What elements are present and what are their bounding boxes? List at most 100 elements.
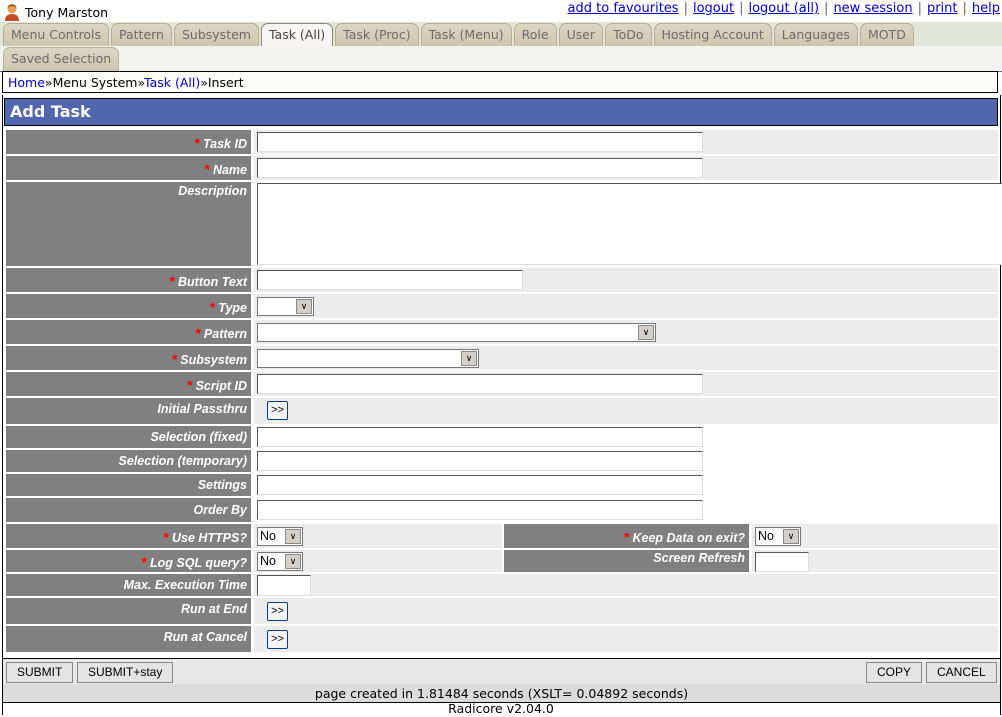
logout-link[interactable]: logout xyxy=(693,1,734,16)
screen-refresh-input[interactable] xyxy=(755,552,809,572)
pattern-select[interactable]: ∨ xyxy=(257,323,656,342)
order-by-label: Order By xyxy=(6,498,251,522)
script-id-input[interactable] xyxy=(257,374,703,394)
chevron-down-icon: ∨ xyxy=(296,299,312,314)
tab-motd[interactable]: MOTD xyxy=(859,23,914,46)
new-session-link[interactable]: new session xyxy=(833,1,912,16)
logout-all-link[interactable]: logout (all) xyxy=(748,1,819,16)
submit-button[interactable]: SUBMIT xyxy=(6,662,74,683)
breadcrumb-menu-system: Menu System xyxy=(52,75,138,90)
order-by-input[interactable] xyxy=(257,500,703,520)
tab-task-proc[interactable]: Task (Proc) xyxy=(335,23,419,46)
user-avatar-icon xyxy=(5,4,19,21)
tab-task-menu[interactable]: Task (Menu) xyxy=(420,23,512,46)
name-label: * Name xyxy=(6,156,251,180)
max-execution-time-label: Max. Execution Time xyxy=(6,574,251,596)
cancel-button[interactable]: CANCEL xyxy=(926,662,997,683)
required-marker: * xyxy=(187,377,193,393)
required-marker: * xyxy=(171,351,178,367)
selection-fixed-label: Selection (fixed) xyxy=(6,426,251,448)
required-marker: * xyxy=(204,161,210,177)
tab-hosting-account[interactable]: Hosting Account xyxy=(653,23,772,46)
button-text-input[interactable] xyxy=(257,270,523,290)
main-panel: Add Task * Task ID * Name Description * But… xyxy=(2,95,1002,715)
breadcrumb-task-all[interactable]: Task (All) xyxy=(144,75,200,90)
help-link[interactable]: help xyxy=(972,1,1000,16)
print-link[interactable]: print xyxy=(927,1,958,16)
required-marker: * xyxy=(624,529,630,545)
breadcrumb-current: Insert xyxy=(207,75,244,90)
required-marker: * xyxy=(163,529,169,545)
chevron-down-icon: ∨ xyxy=(285,554,301,569)
chevron-down-icon: ∨ xyxy=(783,529,799,544)
required-marker: * xyxy=(195,325,201,341)
required-marker: * xyxy=(209,299,216,315)
task-id-input[interactable] xyxy=(257,132,703,152)
type-select[interactable]: ∨ xyxy=(257,297,314,316)
run-at-cancel-label: Run at Cancel xyxy=(6,626,251,652)
run-at-end-button[interactable]: >> xyxy=(267,602,288,621)
tab-role[interactable]: Role xyxy=(513,23,557,46)
page-title: Add Task xyxy=(4,98,998,126)
row-max-execution-time: Max. Execution Time xyxy=(6,574,998,596)
row-use-https: * Use HTTPS? No ∨ * Keep Data on exit? No ∨ xyxy=(6,524,998,548)
tab-subsystem[interactable]: Subsystem xyxy=(173,23,259,46)
tab-languages[interactable]: Languages xyxy=(773,23,858,46)
submit-stay-button[interactable]: SUBMIT+stay xyxy=(77,662,174,683)
top-bar: Tony Marston add to favourites | logout | lo… xyxy=(0,0,1002,22)
subsystem-label: * Subsystem xyxy=(6,346,251,370)
user-info: Tony Marston xyxy=(4,3,108,21)
selection-temporary-label: Selection (temporary) xyxy=(6,450,251,472)
breadcrumb-separator: » xyxy=(44,75,53,90)
copy-button[interactable]: COPY xyxy=(866,662,923,683)
row-type: * Type ∨ xyxy=(6,294,998,318)
row-run-at-end: Run at End >> xyxy=(6,598,998,624)
top-links: add to favourites | logout | logout (all) | ne… xyxy=(567,1,1000,16)
tab-menu-controls[interactable]: Menu Controls xyxy=(3,23,109,46)
tab-user[interactable]: User xyxy=(558,23,604,46)
button-text-label: * Button Text xyxy=(6,268,251,292)
keep-data-select[interactable]: No ∨ xyxy=(755,527,801,546)
description-textarea[interactable] xyxy=(257,183,1002,265)
initial-passthru-label: Initial Passthru xyxy=(6,398,251,424)
max-execution-time-input[interactable] xyxy=(257,575,311,596)
row-settings: Settings xyxy=(6,474,998,496)
run-at-cancel-button[interactable]: >> xyxy=(267,630,288,649)
menu-tab-strip: Menu Controls Pattern Subsystem Task (Al… xyxy=(0,22,1002,47)
run-at-end-label: Run at End xyxy=(6,598,251,624)
row-name: * Name xyxy=(6,156,998,180)
chevron-down-icon: ∨ xyxy=(285,529,301,544)
type-label: * Type xyxy=(6,294,251,318)
use-https-select[interactable]: No ∨ xyxy=(257,527,303,546)
tab-todo[interactable]: ToDo xyxy=(605,23,652,46)
required-marker: * xyxy=(194,135,200,151)
log-sql-label: * Log SQL query? xyxy=(6,550,251,572)
add-to-favourites-link[interactable]: add to favourites xyxy=(568,1,679,16)
initial-passthru-button[interactable]: >> xyxy=(267,401,288,420)
row-script-id: * Script ID xyxy=(6,372,998,396)
subsystem-select[interactable]: ∨ xyxy=(257,349,479,368)
selection-temporary-input[interactable] xyxy=(257,451,703,471)
use-https-label: * Use HTTPS? xyxy=(6,524,251,548)
selection-fixed-input[interactable] xyxy=(257,427,703,447)
required-marker: * xyxy=(169,273,176,289)
tab-saved-selection[interactable]: Saved Selection xyxy=(3,47,120,71)
script-id-label: * Script ID xyxy=(6,372,251,396)
row-selection-fixed: Selection (fixed) xyxy=(6,426,998,448)
name-input[interactable] xyxy=(257,158,703,178)
description-label: Description xyxy=(6,182,251,266)
settings-input[interactable] xyxy=(257,475,703,495)
row-subsystem: * Subsystem ∨ xyxy=(6,346,998,370)
version-label: Radicore v2.04.0 xyxy=(448,701,554,716)
row-run-at-cancel: Run at Cancel >> xyxy=(6,626,998,652)
chevron-down-icon: ∨ xyxy=(461,351,477,366)
tab-task-all[interactable]: Task (All) xyxy=(260,23,334,47)
screen-refresh-label: Screen Refresh xyxy=(504,550,749,572)
row-initial-passthru: Initial Passthru >> xyxy=(6,398,998,424)
tab-pattern[interactable]: Pattern xyxy=(111,23,172,46)
log-sql-select[interactable]: No ∨ xyxy=(257,552,303,571)
row-order-by: Order By xyxy=(6,498,998,522)
row-task-id: * Task ID xyxy=(6,130,998,154)
settings-label: Settings xyxy=(6,474,251,496)
breadcrumb-home[interactable]: Home xyxy=(8,75,45,90)
